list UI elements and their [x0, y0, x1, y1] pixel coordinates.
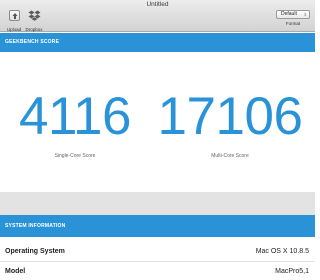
dropbox-button[interactable]: Dropbox: [21, 8, 47, 32]
info-row-operating-system: Operating System Mac OS X 10.8.5: [0, 242, 315, 262]
format-select-value: Default: [281, 11, 297, 17]
multi-core-score-label: Multi-Core Score: [211, 153, 249, 159]
single-core-score-value: 4116: [19, 87, 131, 146]
window-title: Untitled: [146, 1, 169, 8]
format-label: Format: [285, 21, 301, 26]
dropbox-icon: [28, 8, 41, 21]
single-core-score: 4116 Single-Core Score: [5, 90, 145, 159]
geekbench-score-header: GEEKBENCH SCORE: [0, 33, 315, 52]
info-key: Operating System: [5, 248, 65, 255]
info-key: Model: [5, 268, 26, 275]
app-window: Untitled Upload Dropbox Default ⇳ Format…: [0, 0, 315, 280]
format-control: Default ⇳ Format: [276, 10, 310, 26]
multi-core-score-value: 17106: [157, 87, 303, 146]
system-information-header: SYSTEM INFORMATION: [0, 215, 315, 237]
info-value: Mac OS X 10.8.5: [255, 248, 309, 255]
upload-icon: [8, 10, 20, 21]
section-divider: [0, 192, 315, 215]
multi-core-score: 17106 Multi-Core Score: [155, 90, 305, 159]
format-select[interactable]: Default ⇳: [276, 10, 310, 19]
dropbox-label: Dropbox: [25, 27, 43, 32]
info-value: MacPro5,1: [275, 268, 309, 275]
single-core-score-label: Single-Core Score: [54, 153, 96, 159]
info-row-model: Model MacPro5,1: [0, 262, 315, 280]
chevron-updown-icon: ⇳: [303, 12, 307, 17]
title-bar: Untitled Upload Dropbox Default ⇳ Format: [0, 0, 315, 32]
